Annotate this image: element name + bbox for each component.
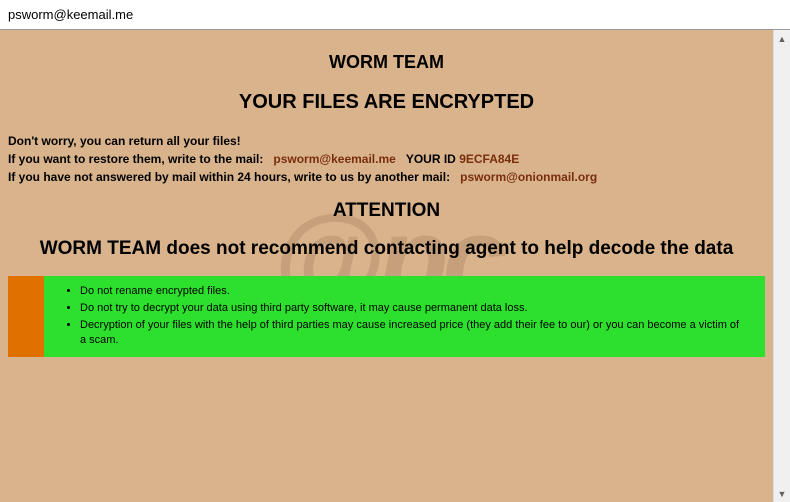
warning-item: Decryption of your files with the help o… (80, 318, 747, 348)
heading-team: WORM TEAM (8, 52, 765, 73)
warning-list-container: Do not rename encrypted files. Do not tr… (44, 276, 765, 357)
info-block: Don't worry, you can return all your fil… (8, 132, 765, 186)
heading-attention: ATTENTION (8, 200, 765, 222)
info-line1: Don't worry, you can return all your fil… (8, 132, 765, 150)
heading-encrypted: YOUR FILES ARE ENCRYPTED (8, 91, 765, 114)
warning-accent (8, 276, 44, 357)
vertical-scrollbar[interactable]: ▲ ▼ (773, 30, 790, 502)
content-wrapper: @pc risk.com WORM TEAM YOUR FILES ARE EN… (0, 30, 790, 502)
info-line3: If you have not answered by mail within … (8, 168, 765, 186)
warning-item: Do not rename encrypted files. (80, 284, 747, 299)
window-titlebar: psworm@keemail.me (0, 0, 790, 30)
document-body: @pc risk.com WORM TEAM YOUR FILES ARE EN… (0, 30, 773, 502)
scroll-down-button[interactable]: ▼ (774, 485, 790, 502)
yourid-value: 9ECFA84E (459, 152, 519, 166)
info-line2: If you want to restore them, write to th… (8, 150, 765, 168)
heading-recommend: WORM TEAM does not recommend contacting … (8, 238, 765, 260)
scroll-up-button[interactable]: ▲ (774, 30, 790, 47)
email-primary: psworm@keemail.me (273, 152, 395, 166)
warning-bar: Do not rename encrypted files. Do not tr… (8, 276, 765, 357)
warning-item: Do not try to decrypt your data using th… (80, 301, 747, 316)
window-title: psworm@keemail.me (8, 7, 133, 22)
info-line3-text: If you have not answered by mail within … (8, 170, 450, 184)
info-line2-text: If you want to restore them, write to th… (8, 152, 263, 166)
yourid-label: YOUR ID (406, 152, 456, 166)
email-secondary: psworm@onionmail.org (460, 170, 597, 184)
